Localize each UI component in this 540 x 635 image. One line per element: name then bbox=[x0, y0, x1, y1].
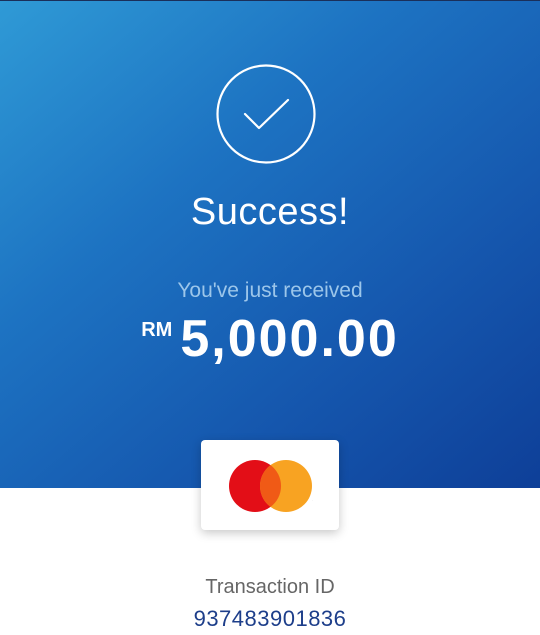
received-subtitle: You've just received bbox=[177, 279, 363, 302]
amount-display: RM 5,000.00 bbox=[0, 309, 540, 369]
check-circle-icon bbox=[216, 64, 316, 164]
payment-success-screen: Success! You've just received RM 5,000.00… bbox=[0, 0, 540, 635]
transaction-id-label: Transaction ID bbox=[205, 576, 335, 598]
currency-label: RM bbox=[141, 319, 173, 341]
amount-value: 5,000.00 bbox=[180, 310, 399, 368]
svg-text:.: . bbox=[312, 498, 313, 502]
payment-card-tile: . bbox=[201, 440, 339, 530]
success-title: Success! bbox=[190, 191, 350, 233]
success-header: Success! You've just received RM 5,000.00 bbox=[0, 0, 540, 488]
transaction-id-value: 937483901836 bbox=[193, 606, 347, 631]
mastercard-logo-icon: . bbox=[229, 460, 313, 512]
